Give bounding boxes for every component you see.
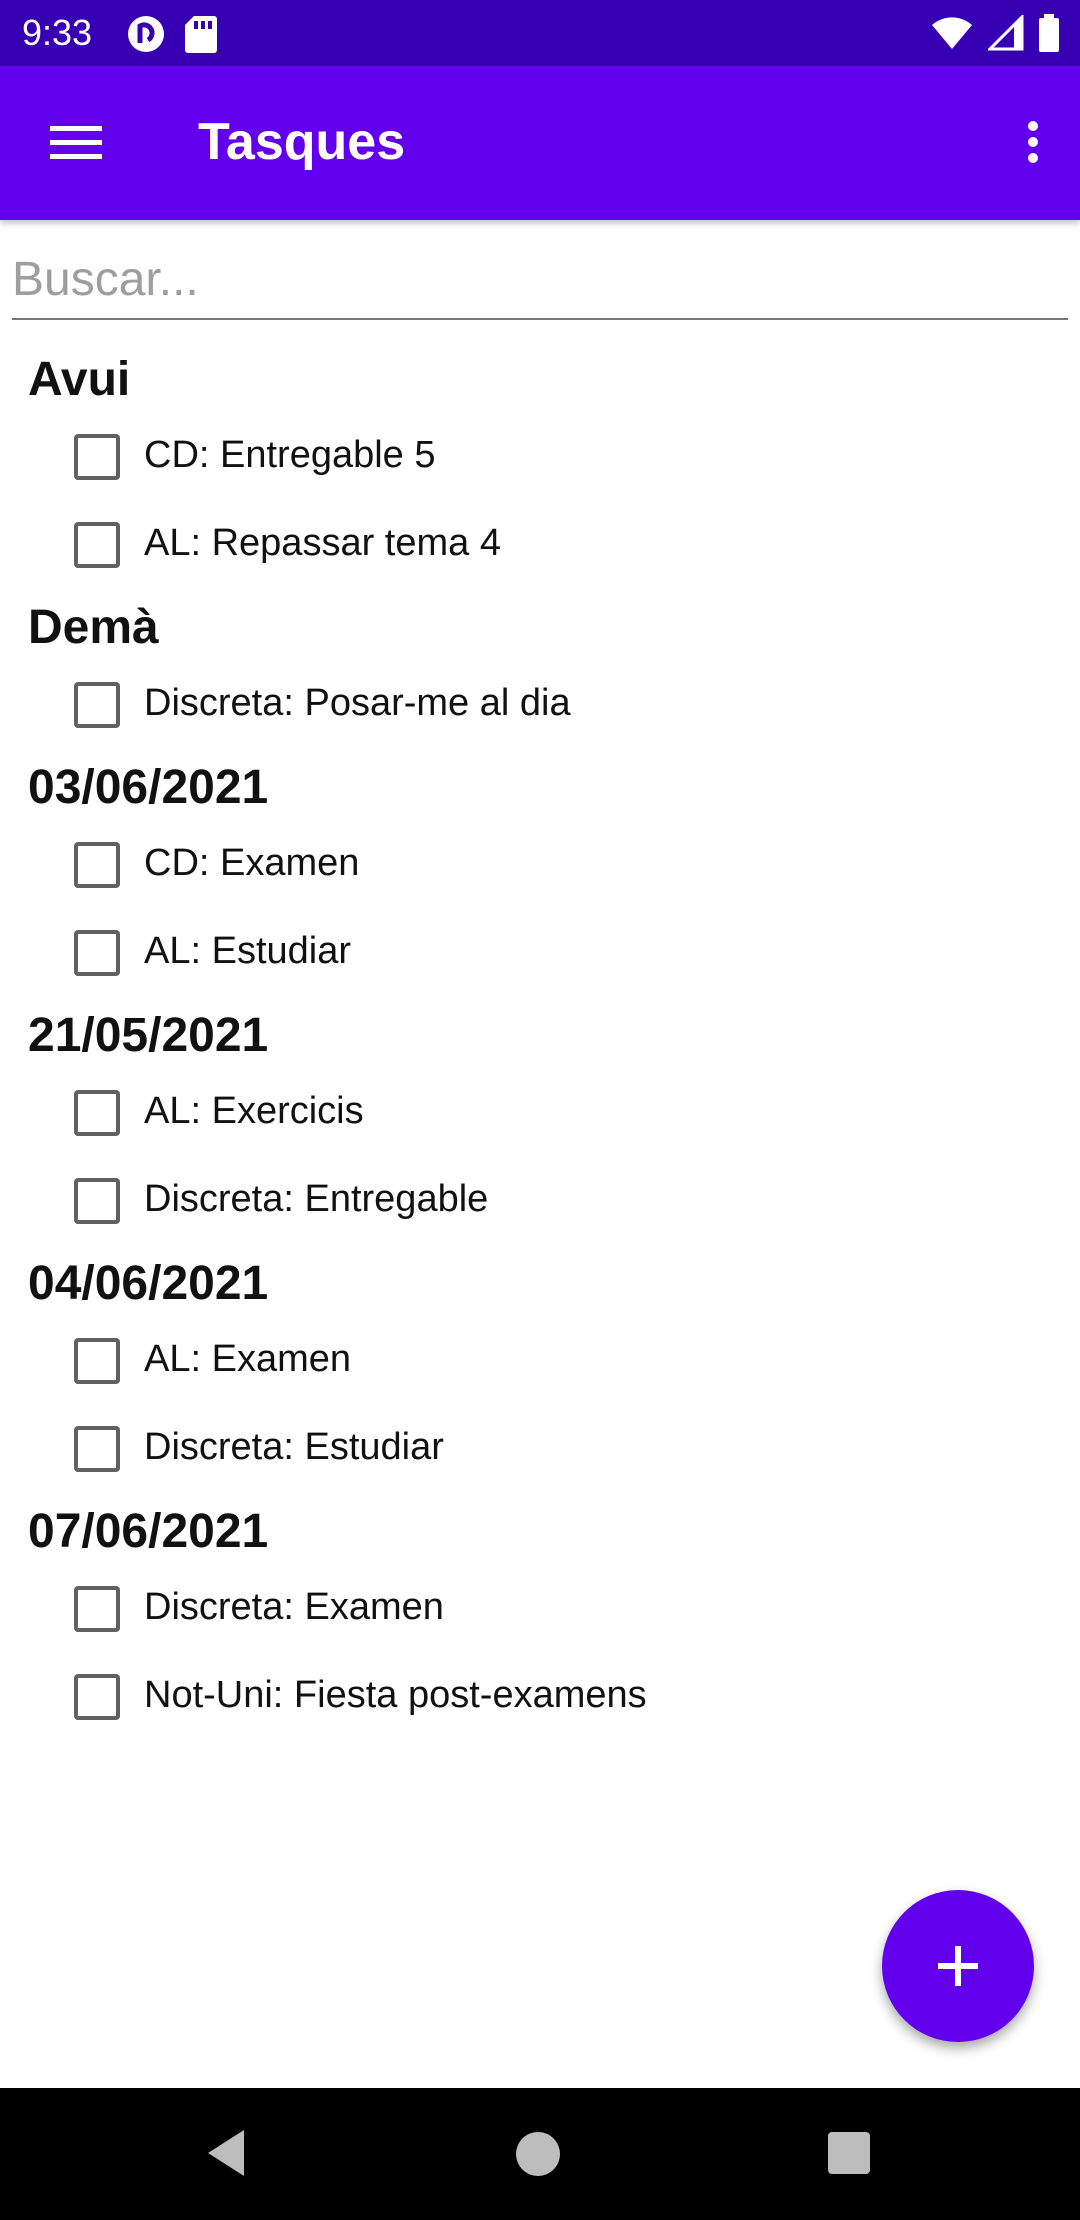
battery-icon [1038,14,1060,57]
menu-button[interactable] [42,112,112,172]
task-item[interactable]: AL: Exercicis [0,1068,1080,1156]
task-checkbox[interactable] [74,434,120,480]
task-checkbox[interactable] [74,522,120,568]
sd-card-icon [184,14,218,59]
search-input[interactable] [12,240,1068,320]
status-time: 9:33 [22,12,93,53]
task-item[interactable]: Discreta: Entregable [0,1156,1080,1244]
task-checkbox[interactable] [74,1178,120,1224]
task-checkbox[interactable] [74,1426,120,1472]
task-label: Discreta: Estudiar [144,1426,444,1468]
task-checkbox[interactable] [74,1338,120,1384]
date-group-header: Avui [28,353,131,406]
task-label: Not-Uni: Fiesta post-examens [144,1674,647,1716]
page-title: Tasques [198,113,406,171]
task-item[interactable]: Discreta: Estudiar [0,1404,1080,1492]
task-item[interactable]: Discreta: Examen [0,1564,1080,1652]
task-checkbox[interactable] [74,682,120,728]
task-checkbox[interactable] [74,930,120,976]
recents-icon[interactable] [828,2132,870,2174]
status-bar: 9:33 [0,0,1080,66]
date-group-header: 21/05/2021 [28,1009,269,1062]
task-label: Discreta: Posar-me al dia [144,682,571,724]
back-icon[interactable] [204,2128,248,2183]
task-label: CD: Entregable 5 [144,434,436,476]
date-group-header: 03/06/2021 [28,761,269,814]
task-item[interactable]: Discreta: Posar-me al dia [0,660,1080,748]
date-group-header: Demà [28,601,159,654]
more-vert-icon [1028,121,1038,163]
task-checkbox[interactable] [74,842,120,888]
wifi-icon [930,15,974,56]
menu-icon [50,126,102,159]
task-list: Avui CD: Entregable 5 AL: Repassar tema 4 D… [0,340,1080,1740]
navigation-bar [0,2088,1080,2220]
signal-icon [986,13,1024,56]
task-label: AL: Examen [144,1338,351,1380]
add-task-button[interactable] [882,1890,1034,2042]
date-group-header: 04/06/2021 [28,1257,269,1310]
task-label: AL: Estudiar [144,930,351,972]
task-checkbox[interactable] [74,1674,120,1720]
task-item[interactable]: AL: Estudiar [0,908,1080,996]
add-icon [938,1946,978,1986]
app-bar: Tasques [0,66,1080,220]
task-label: AL: Repassar tema 4 [144,522,501,564]
task-item[interactable]: CD: Entregable 5 [0,412,1080,500]
task-item[interactable]: CD: Examen [0,820,1080,908]
task-label: AL: Exercicis [144,1090,364,1132]
task-item[interactable]: AL: Repassar tema 4 [0,500,1080,588]
task-item[interactable]: Not-Uni: Fiesta post-examens [0,1652,1080,1740]
task-item[interactable]: AL: Examen [0,1316,1080,1404]
date-group-header: 07/06/2021 [28,1505,269,1558]
task-label: Discreta: Entregable [144,1178,489,1220]
task-label: Discreta: Examen [144,1586,444,1628]
task-checkbox[interactable] [74,1090,120,1136]
task-checkbox[interactable] [74,1586,120,1632]
overflow-menu-button[interactable] [1008,112,1058,172]
task-label: CD: Examen [144,842,360,884]
home-icon[interactable] [516,2132,560,2176]
pocket-casts-icon [126,14,166,59]
